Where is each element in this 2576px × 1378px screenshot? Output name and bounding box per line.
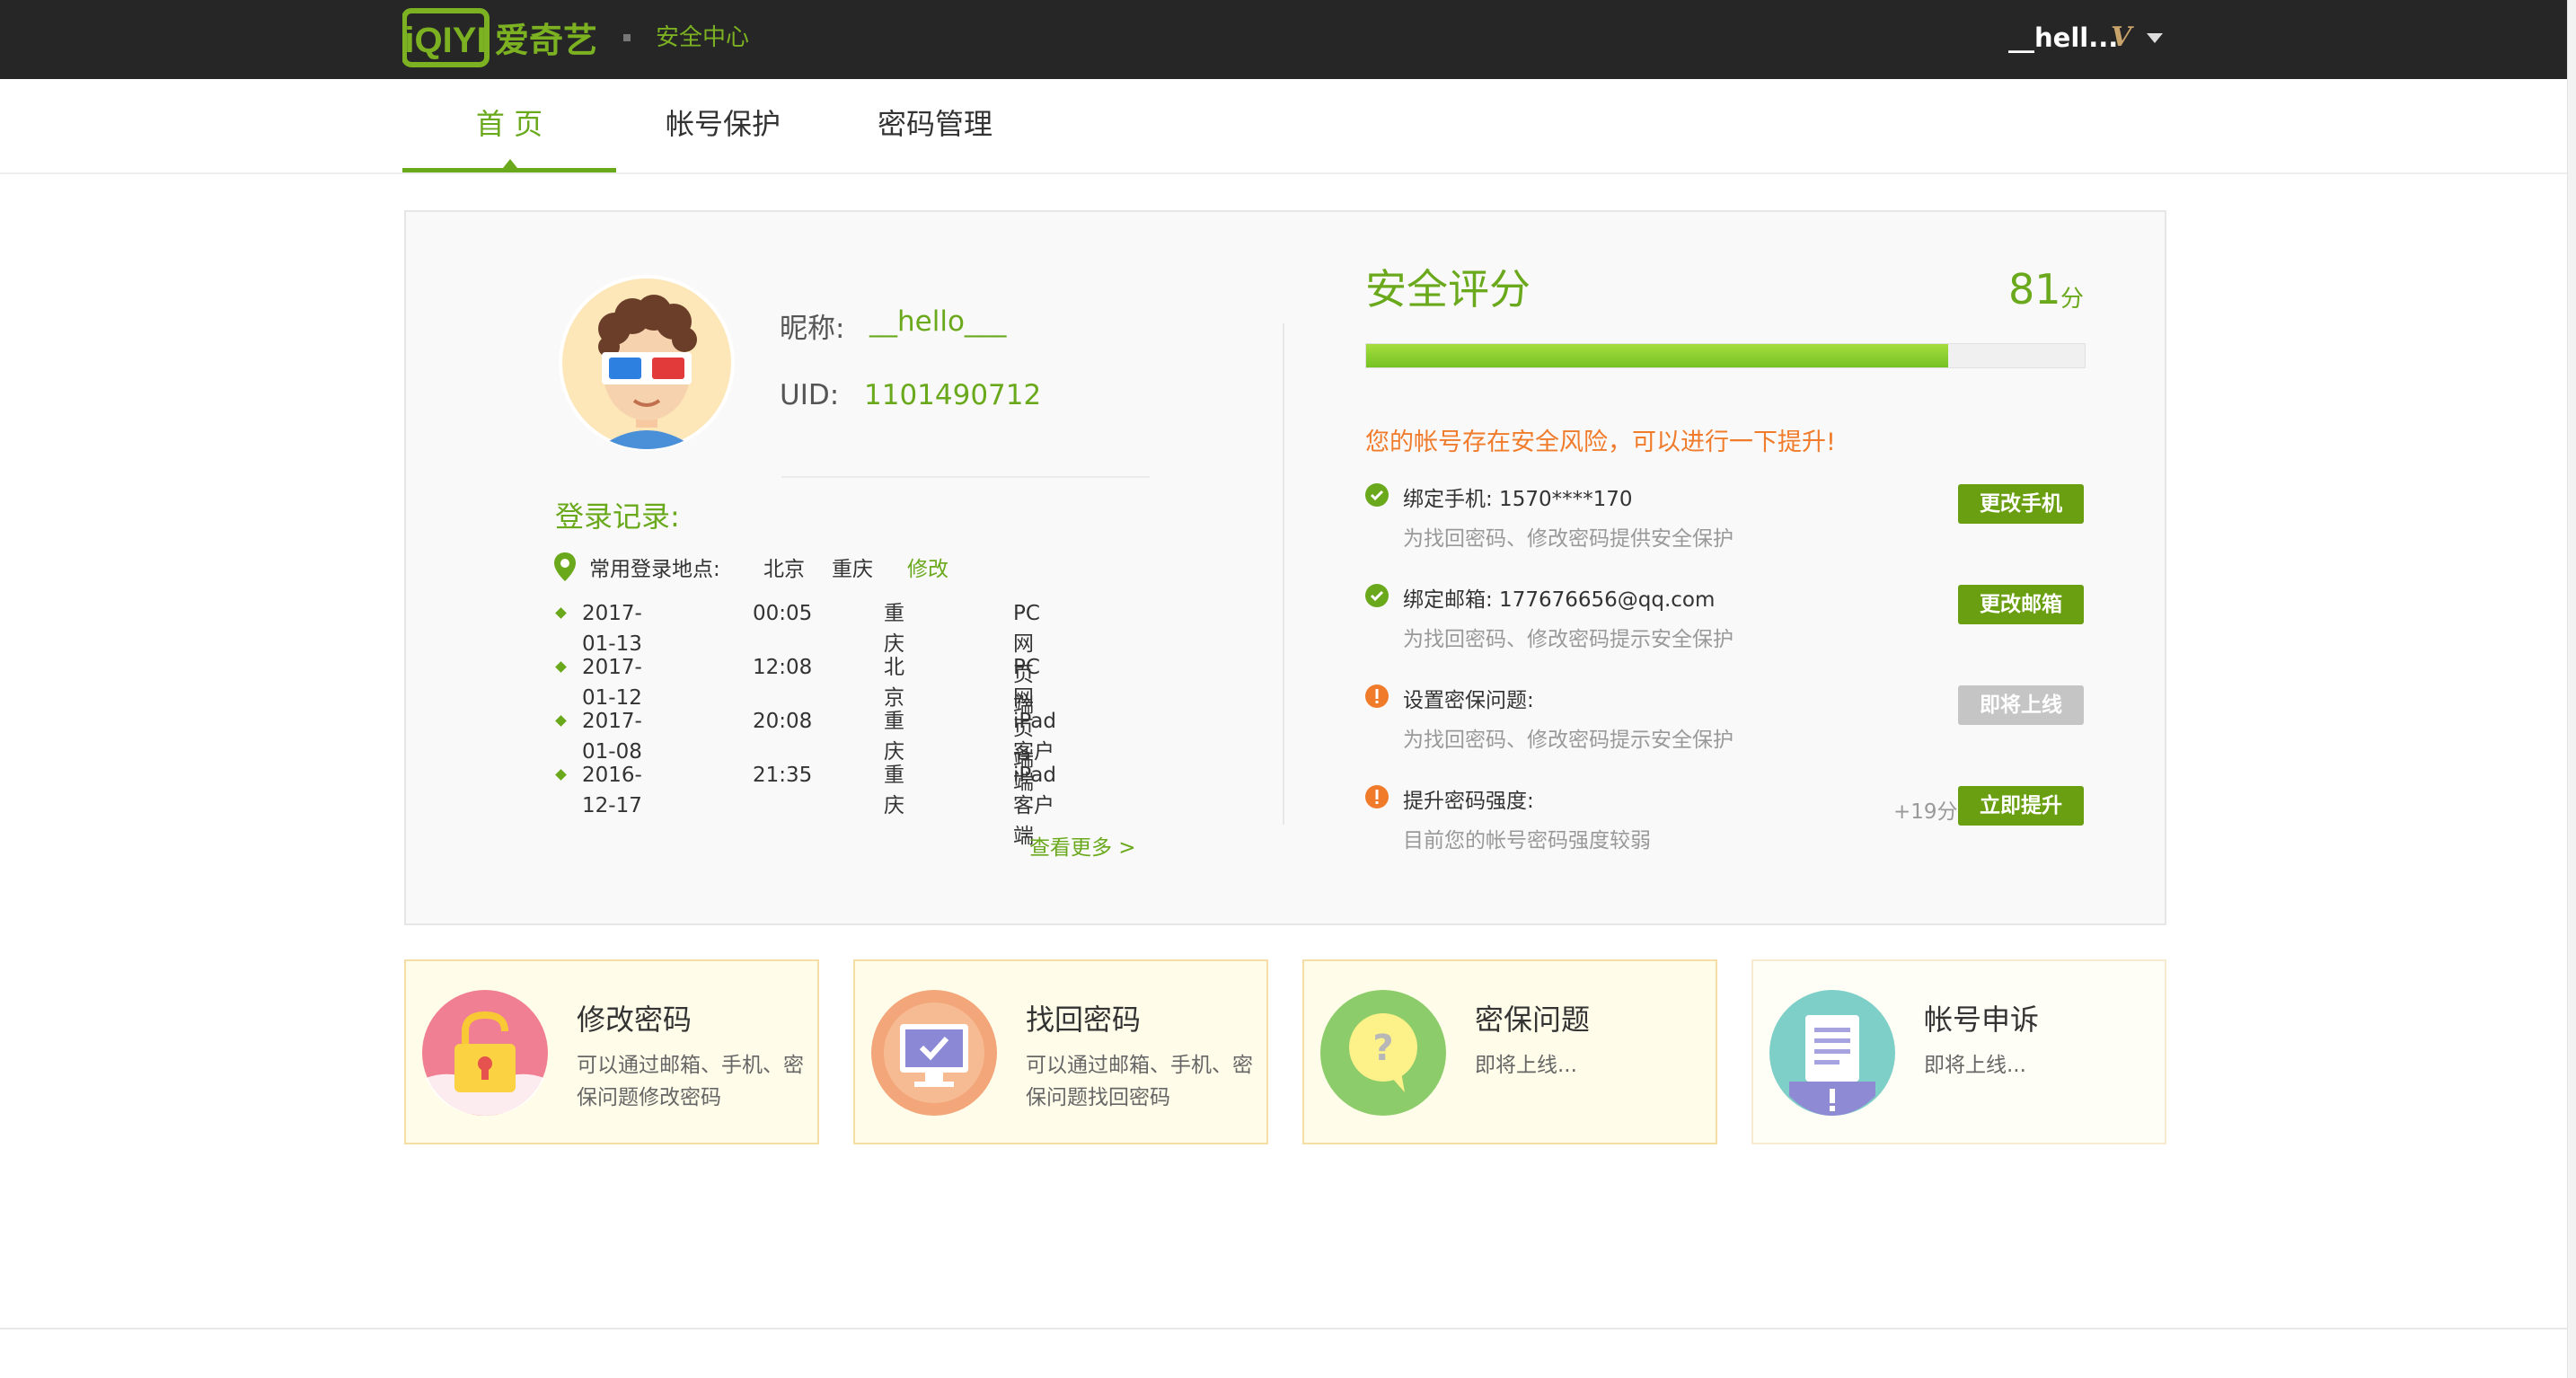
card-title: 修改密码 — [577, 1003, 693, 1037]
panel-divider — [1283, 323, 1284, 825]
unlock-icon — [422, 990, 548, 1116]
tab-password-management[interactable]: 密码管理 — [875, 79, 995, 172]
card-recover-password[interactable]: 找回密码 可以通过邮箱、手机、密保问题找回密码 — [853, 959, 1268, 1144]
card-change-password[interactable]: 修改密码 可以通过邮箱、手机、密保问题修改密码 — [404, 959, 819, 1144]
card-title: 密保问题 — [1475, 1003, 1591, 1037]
score-progress-fill — [1366, 344, 1948, 367]
card-desc: 可以通过邮箱、手机、密保问题找回密码 — [1026, 1054, 1253, 1109]
security-item-desc: 为找回密码、修改密码提示安全保护 — [1403, 628, 1734, 651]
see-more-link[interactable]: 查看更多 > — [1029, 830, 1136, 861]
change-phone-button[interactable]: 更改手机 — [1958, 484, 2084, 524]
tab-account-protection[interactable]: 帐号保护 — [663, 79, 783, 172]
uid-value: 1101490712 — [864, 379, 1042, 411]
security-score-unit: 分 — [2060, 286, 2085, 313]
warning-icon — [1365, 685, 1389, 708]
check-circle-icon — [1365, 483, 1389, 507]
risk-warning-text: 您的帐号存在安全风险，可以进行一下提升! — [1365, 428, 1836, 456]
record-city: 北京 — [884, 656, 904, 710]
uid-label: UID: — [780, 379, 840, 411]
record-time: 21:35 — [753, 764, 813, 787]
nickname-label: 昵称: — [780, 313, 845, 345]
security-item-title: 绑定手机: 1570****170 — [1403, 488, 1633, 511]
security-item-desc: 为找回密码、修改密码提供安全保护 — [1403, 527, 1734, 551]
card-desc: 即将上线... — [1924, 1054, 2026, 1077]
record-date: 2017-01-08 — [582, 710, 642, 764]
svg-text:iQIYI: iQIYI — [404, 21, 486, 60]
security-item-title: 设置密保问题: — [1403, 689, 1534, 712]
top-bar — [0, 0, 2576, 80]
record-date: 2017-01-13 — [582, 602, 642, 656]
divider — [781, 476, 1150, 478]
security-score-value: 81 — [2008, 265, 2061, 314]
scrollbar[interactable] — [2567, 0, 2576, 1378]
score-bonus-text: +19分 — [1893, 800, 1958, 824]
monitor-check-icon — [871, 990, 997, 1116]
security-item-title: 绑定邮箱: 177676656@qq.com — [1403, 588, 1716, 612]
nickname-value: __hello___ — [869, 305, 1007, 338]
check-circle-icon — [1365, 584, 1389, 607]
user-name[interactable]: __hell... — [2008, 20, 2118, 56]
record-time: 20:08 — [753, 710, 813, 733]
security-item-title: 提升密码强度: — [1403, 790, 1534, 813]
footer-divider — [0, 1328, 2567, 1329]
nav-bar — [0, 79, 2567, 174]
record-date: 2017-01-12 — [582, 656, 642, 710]
card-title: 帐号申诉 — [1924, 1003, 2040, 1037]
card-desc: 可以通过邮箱、手机、密保问题修改密码 — [577, 1054, 804, 1109]
coming-soon-button: 即将上线 — [1958, 685, 2084, 725]
svg-text:?: ? — [1372, 1028, 1393, 1069]
avatar — [559, 275, 735, 451]
common-location-city: 重庆 — [832, 558, 873, 581]
active-tab-indicator — [402, 168, 616, 172]
document-icon — [1769, 990, 1895, 1116]
improve-password-button[interactable]: 立即提升 — [1958, 786, 2084, 826]
separator-dot — [623, 34, 631, 41]
card-security-question[interactable]: ? 密保问题 即将上线... — [1302, 959, 1717, 1144]
edit-location-link[interactable]: 修改 — [907, 552, 948, 582]
chevron-down-icon[interactable] — [2147, 33, 2163, 43]
login-records-title: 登录记录: — [555, 499, 680, 534]
card-desc: 即将上线... — [1475, 1054, 1577, 1077]
security-score-title: 安全评分 — [1365, 265, 1531, 314]
security-item-desc: 为找回密码、修改密码提示安全保护 — [1403, 729, 1734, 752]
vip-badge: V — [2111, 22, 2132, 53]
svg-text:爱奇艺: 爱奇艺 — [495, 21, 597, 60]
change-email-button[interactable]: 更改邮箱 — [1958, 585, 2084, 624]
location-pin-icon — [554, 552, 576, 581]
security-item-desc: 目前您的帐号密码强度较弱 — [1403, 829, 1651, 852]
common-location-label: 常用登录地点: — [589, 558, 720, 581]
active-tab-arrow — [503, 159, 517, 168]
common-location-city: 北京 — [763, 558, 805, 581]
record-city: 重庆 — [884, 710, 904, 764]
warning-icon — [1365, 785, 1389, 808]
record-date: 2016-12-17 — [582, 764, 642, 817]
card-title: 找回密码 — [1026, 1003, 1142, 1037]
site-name[interactable]: 安全中心 — [656, 20, 749, 56]
card-account-appeal[interactable]: 帐号申诉 即将上线... — [1751, 959, 2166, 1144]
record-time: 12:08 — [753, 656, 813, 679]
record-city: 重庆 — [884, 764, 904, 817]
record-time: 00:05 — [753, 602, 813, 625]
record-city: 重庆 — [884, 602, 904, 656]
question-bubble-icon: ? — [1320, 990, 1446, 1116]
iqiyi-logo[interactable]: iQIYI 爱奇艺 — [402, 5, 604, 70]
